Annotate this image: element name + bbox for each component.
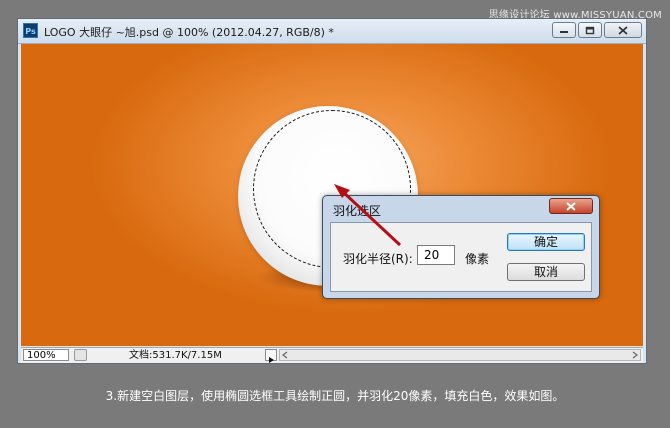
document-size-info: 文档:531.7K/7.15M: [129, 350, 222, 361]
status-info-icon[interactable]: [74, 349, 87, 361]
close-icon: [566, 201, 576, 211]
status-menu-button[interactable]: [265, 349, 277, 363]
tutorial-caption: 3.新建空白图层，使用椭圆选框工具绘制正圆，并羽化20像素，填充白色，效果如图。: [105, 389, 565, 403]
dialog-close-button[interactable]: [549, 198, 593, 214]
photoshop-app-icon: Ps: [23, 23, 38, 38]
cancel-button[interactable]: 取消: [507, 263, 585, 281]
close-button[interactable]: [604, 22, 642, 38]
document-window: Ps LOGO 大眼仔 ~旭.psd @ 100% (2012.04.27, R…: [17, 18, 647, 364]
feather-selection-dialog: 羽化选区 羽化半径(R): 20 像素 确定 取消: [322, 195, 600, 299]
pixels-unit-label: 像素: [465, 252, 490, 266]
ok-button[interactable]: 确定: [507, 233, 585, 251]
restore-icon: [585, 26, 595, 34]
window-controls: [552, 22, 642, 38]
restore-button[interactable]: [578, 22, 602, 38]
horizontal-scrollbar[interactable]: [279, 349, 641, 361]
window-title: LOGO 大眼仔 ~旭.psd @ 100% (2012.04.27, RGB/…: [44, 26, 334, 39]
feather-radius-label: 羽化半径(R):: [343, 252, 413, 266]
dialog-title: 羽化选区: [333, 204, 382, 218]
feather-radius-input[interactable]: 20: [417, 245, 455, 265]
status-bar: 100% 文档:531.7K/7.15M: [21, 347, 643, 363]
close-icon: [618, 25, 628, 35]
minimize-button[interactable]: [552, 22, 576, 38]
triangle-right-icon: [269, 357, 274, 363]
dialog-body: 羽化半径(R): 20 像素 确定 取消: [330, 222, 592, 292]
minimize-icon: [560, 31, 568, 33]
window-titlebar[interactable]: Ps LOGO 大眼仔 ~旭.psd @ 100% (2012.04.27, R…: [18, 19, 646, 44]
zoom-level-field[interactable]: 100%: [23, 349, 69, 361]
scroll-left-icon[interactable]: [280, 350, 290, 360]
scroll-right-icon[interactable]: [630, 350, 640, 360]
